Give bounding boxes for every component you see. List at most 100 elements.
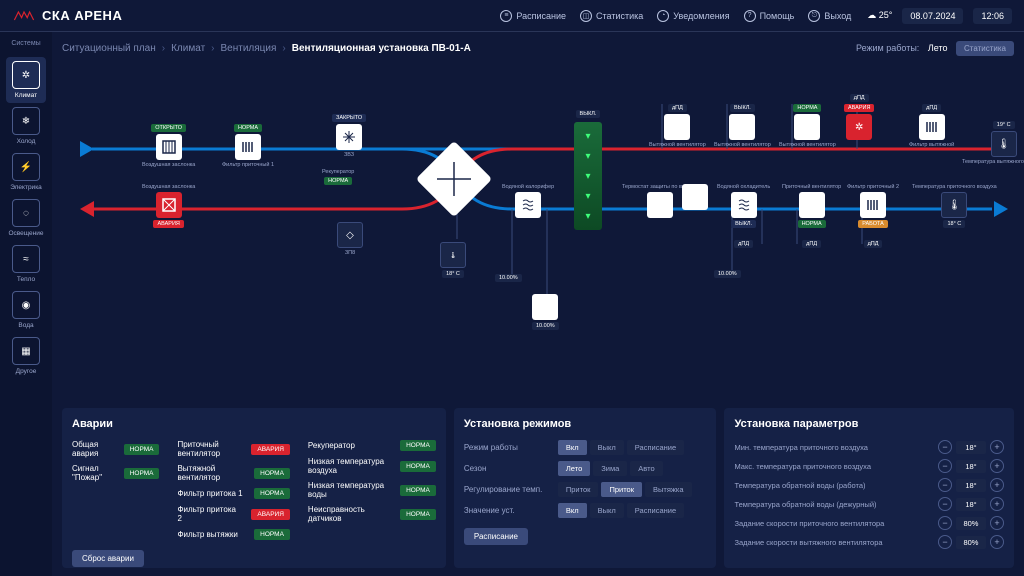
nav-0[interactable]: ≡Расписание [500, 10, 566, 22]
node-fan-ex4-alarm[interactable]: дПД АВАРИЯ ✲ [844, 94, 874, 140]
alarm-row: Фильтр притока 2АВАРИЯ [177, 505, 289, 523]
sidebar-item-5[interactable]: ◉Вода [6, 287, 46, 333]
node-recuperator-label: Рекуператор НОРМА [322, 169, 354, 185]
node-zb3[interactable]: ЗАКРЫТО ЗВЗ [332, 114, 366, 158]
stats-button[interactable]: Статистика [956, 41, 1014, 56]
logo: СКА АРЕНА [12, 8, 122, 23]
node-recuperator[interactable] [416, 141, 492, 217]
node-fan-ex2[interactable]: ВЫКЛ. ✲ Вытяжной вентилятор [714, 104, 771, 148]
sidebar-item-3[interactable]: ◌Освещение [6, 195, 46, 241]
arrow-out-icon [80, 201, 94, 217]
param-row-2: Температура обратной воды (работа)−18°+ [734, 478, 1004, 492]
crumb-1[interactable]: Климат [171, 43, 205, 54]
mode-opt[interactable]: Расписание [627, 503, 684, 518]
inc-button[interactable]: + [990, 535, 1004, 549]
alarm-row: Неисправность датчиковНОРМА [308, 505, 436, 523]
arrow-in-icon [80, 141, 94, 157]
nav-1[interactable]: ◫Статистика [580, 10, 643, 22]
node-temp1: 🌡 18° С [440, 242, 466, 278]
reset-alarms-button[interactable]: Сброс аварии [72, 550, 144, 567]
node-damper2[interactable]: Воздушная заслонка АВАРИЯ [142, 184, 195, 228]
dec-button[interactable]: − [938, 535, 952, 549]
node-aux-box[interactable]: ✲ 10.00% [532, 294, 559, 330]
diagram: ОТКРЫТО Воздушная заслонка Воздушная зас… [62, 64, 1014, 408]
sidebar-item-1[interactable]: ❄Холод [6, 103, 46, 149]
node-mixer[interactable]: ВЫКЛ. ▾▾▾▾▾ [574, 122, 602, 230]
node-fan-in[interactable]: Приточный вентилятор ✲ НОРМА дПД [782, 184, 841, 248]
nav-3[interactable]: ?Помощь [744, 10, 795, 22]
alarm-row: РекуператорНОРМА [308, 440, 436, 451]
mode-opt[interactable]: Выкл [590, 440, 624, 455]
param-row-1: Макс. температура приточного воздуха−18°… [734, 459, 1004, 473]
params-panel: Установка параметров Мин. температура пр… [724, 408, 1014, 568]
mode-opt[interactable]: Вкл [558, 503, 587, 518]
brand: СКА АРЕНА [42, 8, 122, 23]
alarm-row: Фильтр притока 1НОРМА [177, 488, 289, 499]
mode-row-0: Режим работыВклВыклРасписание [464, 440, 707, 455]
mode-opt[interactable]: Расписание [627, 440, 684, 455]
dec-button[interactable]: − [938, 516, 952, 530]
sidebar-item-2[interactable]: ⚡Электрика [6, 149, 46, 195]
mode-opt[interactable]: Авто [630, 461, 662, 476]
mode-opt[interactable]: Зима [593, 461, 627, 476]
node-filter-in1[interactable]: НОРМА Фильтр приточный 1 [222, 124, 274, 168]
param-row-5: Задание скорости вытяжного вентилятора−8… [734, 535, 1004, 549]
node-filter-in2[interactable]: Фильтр приточный 2 РАБОТА дПД [847, 184, 899, 248]
node-filter-out[interactable]: дПД Фильтр вытяжной [909, 104, 954, 148]
alarm-row: Вытяжной вентиляторНОРМА [177, 464, 289, 482]
mode-row-2: Регулирование темп.ПритокПритокВытяжка [464, 482, 707, 497]
inc-button[interactable]: + [990, 497, 1004, 511]
node-fan-ex1[interactable]: дПД ✲ Вытяжной вентилятор [649, 104, 706, 148]
sidebar-item-6[interactable]: ▦Другое [6, 333, 46, 379]
nav-4[interactable]: ⎋Выход [808, 10, 851, 22]
date: 08.07.2024 [902, 8, 963, 24]
alarm-row: Приточный вентиляторАВАРИЯ [177, 440, 289, 458]
mode-row-1: СезонЛетоЗимаАвто [464, 461, 707, 476]
sidebar-header: Системы [11, 40, 40, 47]
alarm-row: Сигнал "Пожар"НОРМА [72, 464, 159, 482]
weather: ☁ 25° [867, 10, 892, 21]
mode-opt[interactable]: Выкл [590, 503, 624, 518]
dec-button[interactable]: − [938, 497, 952, 511]
inc-button[interactable]: + [990, 459, 1004, 473]
time: 12:06 [973, 8, 1012, 24]
crumb-0[interactable]: Ситуационный план [62, 43, 156, 54]
page-title: Вентиляционная установка ПВ-01-А [292, 43, 471, 54]
node-aux1[interactable]: ⌁ [682, 184, 708, 210]
node-fan-ex3[interactable]: НОРМА ✲ Вытяжной вентилятор [779, 104, 836, 148]
nav-2[interactable]: ◔Уведомления [657, 10, 729, 22]
alarm-row: Общая аварияНОРМА [72, 440, 159, 458]
inc-button[interactable]: + [990, 440, 1004, 454]
node-cooler[interactable]: Водяной охладитель ВЫКЛ. дПД [717, 184, 770, 248]
node-heater[interactable]: Водяной калорифер [502, 184, 554, 218]
mode-opt[interactable]: Вкл [558, 440, 587, 455]
alarm-row: Низкая температура воздухаНОРМА [308, 457, 436, 475]
dec-button[interactable]: − [938, 478, 952, 492]
mode-opt[interactable]: Вытяжка [645, 482, 692, 497]
dec-button[interactable]: − [938, 440, 952, 454]
alarm-row: Фильтр вытяжкиНОРМА [177, 529, 289, 540]
param-row-4: Задание скорости приточного вентилятора−… [734, 516, 1004, 530]
node-zp8[interactable]: ◇ ЗП8 [337, 222, 363, 256]
node-temp-in: Температура приточного воздуха 🌡 18° С [912, 184, 997, 228]
mode-row-3: Значение уст.ВклВыклРасписание [464, 503, 707, 518]
node-pct1: 10.00% [495, 274, 522, 282]
crumb-2[interactable]: Вентиляция [221, 43, 277, 54]
node-pct-cool: 10.00% [714, 270, 741, 278]
node-damper1[interactable]: ОТКРЫТО Воздушная заслонка [142, 124, 195, 168]
mode-opt[interactable]: Приток [601, 482, 642, 497]
mode-opt[interactable]: Приток [558, 482, 599, 497]
params-title: Установка параметров [734, 418, 1004, 430]
sidebar-item-4[interactable]: ≈Тепло [6, 241, 46, 287]
node-temp-ex: 19° С 🌡 Температура вытяжного воздуха [962, 121, 1024, 165]
inc-button[interactable]: + [990, 516, 1004, 530]
schedule-button[interactable]: Расписание [464, 528, 528, 545]
inc-button[interactable]: + [990, 478, 1004, 492]
alarms-panel: Аварии Общая аварияНОРМА Сигнал "Пожар"НО… [62, 408, 446, 568]
alarms-title: Аварии [72, 418, 436, 430]
modes-title: Установка режимов [464, 418, 707, 430]
sidebar-item-0[interactable]: ✲Климат [6, 57, 46, 103]
breadcrumb: Ситуационный план› Климат› Вентиляция› В… [62, 32, 1014, 64]
dec-button[interactable]: − [938, 459, 952, 473]
mode-opt[interactable]: Лето [558, 461, 590, 476]
